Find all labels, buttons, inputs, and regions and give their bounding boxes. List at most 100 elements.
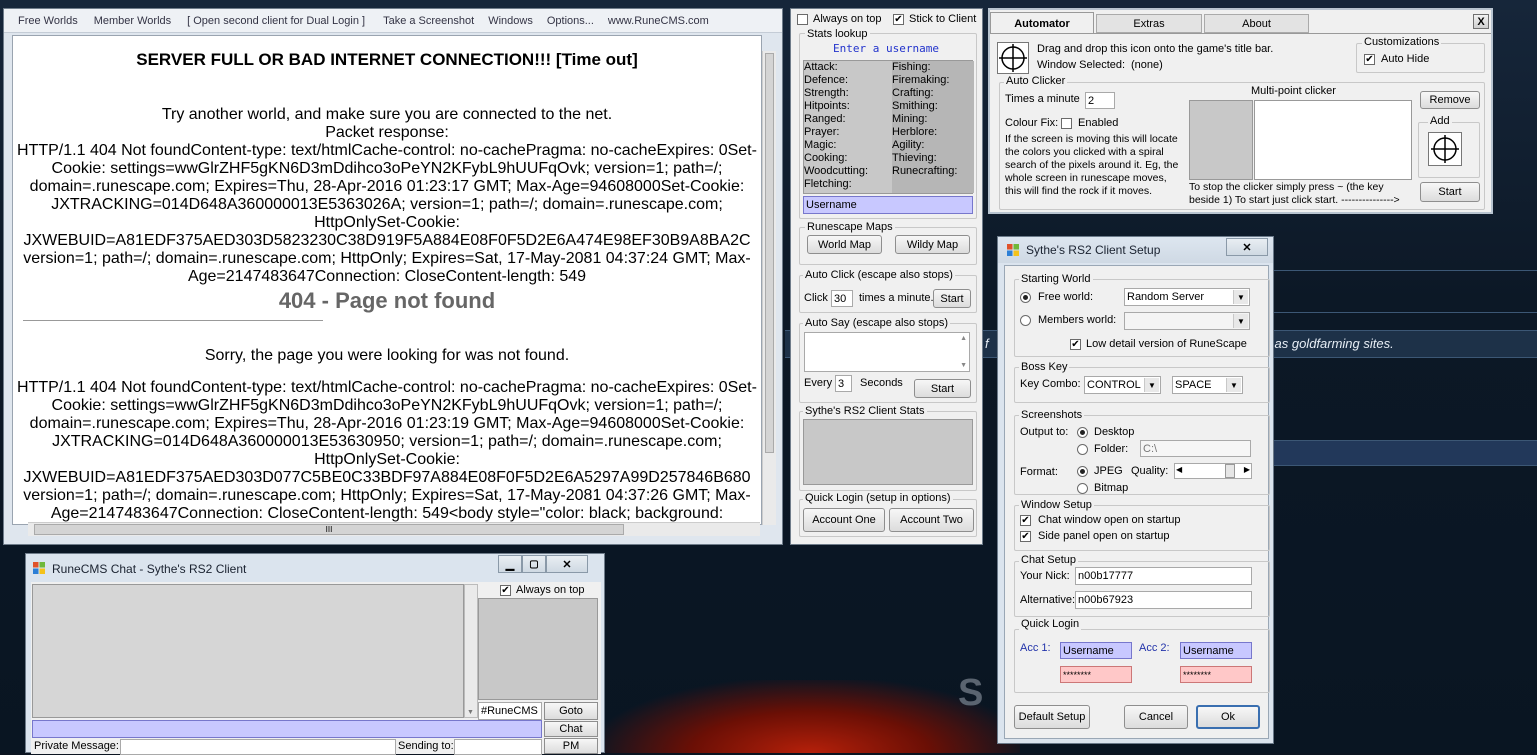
- boss-key-title: Boss Key: [1019, 361, 1070, 373]
- skill-label: Fletching:: [804, 178, 852, 190]
- menu-options[interactable]: Options...: [547, 15, 594, 27]
- account-one-button[interactable]: Account One: [803, 508, 885, 532]
- vertical-scrollbar[interactable]: [762, 51, 776, 525]
- nick-input[interactable]: n00b17777: [1075, 567, 1252, 585]
- skill-label: Cooking:: [804, 152, 848, 164]
- crosshair-drag-icon[interactable]: [997, 42, 1029, 74]
- free-world-value: Random Server: [1127, 291, 1205, 303]
- fire-logo-image: [600, 680, 1020, 753]
- side-open-checkbox[interactable]: ✔: [1020, 531, 1031, 542]
- multipoint-list[interactable]: [1254, 100, 1412, 180]
- error-line: JXTRACKING=014D648A360000013E5363026A; v…: [51, 196, 723, 213]
- world-map-button[interactable]: World Map: [807, 235, 882, 254]
- horizontal-scrollbar[interactable]: III: [28, 522, 760, 536]
- every-input[interactable]: 3: [835, 375, 852, 392]
- members-world-select[interactable]: ▼: [1124, 312, 1250, 330]
- menu-free-worlds[interactable]: Free Worlds: [18, 15, 78, 27]
- tab-automator[interactable]: Automator: [990, 12, 1094, 34]
- alternative-label: Alternative:: [1020, 594, 1076, 606]
- slider-thumb[interactable]: [1225, 464, 1235, 478]
- scroll-down-icon[interactable]: ▼: [467, 709, 474, 716]
- autoclick-start-button[interactable]: Start: [933, 289, 971, 308]
- output-to-label: Output to:: [1020, 426, 1069, 438]
- chat-close-button[interactable]: ✕: [546, 555, 588, 573]
- remove-button[interactable]: Remove: [1420, 91, 1480, 109]
- click-count-input[interactable]: 30: [831, 290, 853, 307]
- times-a-minute-input[interactable]: 2: [1085, 92, 1115, 109]
- stick-to-client-checkbox[interactable]: ✔: [893, 14, 904, 25]
- seconds-label: Seconds: [860, 377, 903, 389]
- error-line: Try another world, and make sure you are…: [161, 106, 613, 123]
- free-world-radio[interactable]: [1020, 292, 1031, 303]
- menu-screenshot[interactable]: Take a Screenshot: [383, 15, 474, 27]
- error-line: Age=2147483647Connection: CloseContent-l…: [187, 268, 587, 285]
- chat-send-button[interactable]: Chat: [544, 721, 598, 737]
- chat-open-checkbox[interactable]: ✔: [1020, 515, 1031, 526]
- acc2-password-input[interactable]: ********: [1180, 666, 1252, 683]
- quality-label: Quality:: [1131, 465, 1169, 477]
- channel-input[interactable]: #RuneCMS: [478, 702, 542, 720]
- auto-hide-checkbox[interactable]: ✔: [1364, 54, 1375, 65]
- cancel-button[interactable]: Cancel: [1124, 705, 1188, 729]
- error-line: Cookie: settings=wwGlrZHF5gKN6D3mDdihco3…: [51, 397, 723, 414]
- members-world-radio[interactable]: [1020, 315, 1031, 326]
- jpeg-label: JPEG: [1094, 465, 1123, 477]
- tab-content-border: [990, 33, 1491, 34]
- autosay-start-button[interactable]: Start: [914, 379, 971, 398]
- username-input[interactable]: Username: [803, 196, 973, 214]
- jpeg-radio[interactable]: [1077, 466, 1088, 477]
- setup-close-button[interactable]: ✕: [1226, 238, 1268, 256]
- key2-select[interactable]: SPACE ▼: [1172, 376, 1243, 394]
- side-panel: Always on top ✔ Stick to Client Stats lo…: [790, 8, 983, 545]
- menu-member-worlds[interactable]: Member Worlds: [94, 15, 171, 27]
- tab-about[interactable]: About: [1204, 14, 1309, 33]
- colour-fix-checkbox[interactable]: [1061, 118, 1072, 129]
- chat-setup-title: Chat Setup: [1019, 554, 1079, 566]
- scroll-thumb[interactable]: [765, 53, 774, 453]
- alternative-input[interactable]: n00b67923: [1075, 591, 1252, 609]
- slider-left-arrow-icon[interactable]: ◀: [1176, 465, 1182, 474]
- pm-button[interactable]: PM: [544, 738, 598, 754]
- autoclick-title: Auto Click (escape also stops): [803, 269, 955, 281]
- menu-windows[interactable]: Windows: [488, 15, 533, 27]
- acc1-username-input[interactable]: Username: [1060, 642, 1132, 659]
- automator-close-button[interactable]: X: [1473, 14, 1489, 29]
- quality-slider[interactable]: ◀ ▶: [1174, 463, 1252, 479]
- chat-message-input[interactable]: [32, 720, 542, 738]
- goto-button[interactable]: Goto: [544, 702, 598, 720]
- stop-line: beside 1) To start just click start. ---…: [1189, 194, 1400, 206]
- low-detail-checkbox[interactable]: ✔: [1070, 339, 1081, 350]
- textarea-scroll-up-icon[interactable]: ▲: [960, 335, 967, 342]
- always-on-top-checkbox[interactable]: [797, 14, 808, 25]
- ok-button[interactable]: Ok: [1196, 705, 1260, 729]
- chat-always-on-top-checkbox[interactable]: ✔: [500, 585, 511, 596]
- folder-path-input[interactable]: C:\: [1140, 440, 1251, 457]
- free-world-label: Free world:: [1038, 291, 1094, 303]
- every-label: Every: [804, 377, 833, 389]
- account-two-button[interactable]: Account Two: [889, 508, 974, 532]
- bitmap-radio[interactable]: [1077, 483, 1088, 494]
- menu-dual-login[interactable]: [ Open second client for Dual Login ]: [187, 15, 365, 27]
- autosay-textarea[interactable]: ▲ ▼: [804, 332, 970, 372]
- slider-right-arrow-icon[interactable]: ▶: [1244, 465, 1250, 474]
- folder-radio[interactable]: [1077, 444, 1088, 455]
- default-setup-button[interactable]: Default Setup: [1014, 705, 1090, 729]
- automator-start-button[interactable]: Start: [1420, 182, 1480, 202]
- h-scroll-thumb[interactable]: III: [34, 524, 624, 535]
- acc2-username-input[interactable]: Username: [1180, 642, 1252, 659]
- minimize-button[interactable]: ▁: [498, 555, 522, 573]
- wildy-map-button[interactable]: Wildy Map: [895, 235, 970, 254]
- acc1-password-input[interactable]: ********: [1060, 666, 1132, 683]
- client-stats-title: Sythe's RS2 Client Stats: [803, 405, 927, 417]
- add-crosshair-icon[interactable]: [1428, 132, 1462, 166]
- menu-runecms-link[interactable]: www.RuneCMS.com: [608, 15, 709, 27]
- sending-to-label: Sending to:: [398, 740, 454, 752]
- free-world-select[interactable]: Random Server ▼: [1124, 288, 1250, 306]
- textarea-scroll-down-icon[interactable]: ▼: [960, 362, 967, 369]
- maximize-button[interactable]: ▢: [522, 555, 546, 573]
- desktop-radio[interactable]: [1077, 427, 1088, 438]
- desktop-band-2: [1270, 440, 1537, 466]
- tab-extras[interactable]: Extras: [1096, 14, 1202, 33]
- chat-log-scrollbar[interactable]: ▼: [464, 584, 478, 718]
- key1-select[interactable]: CONTROL ▼: [1084, 376, 1161, 394]
